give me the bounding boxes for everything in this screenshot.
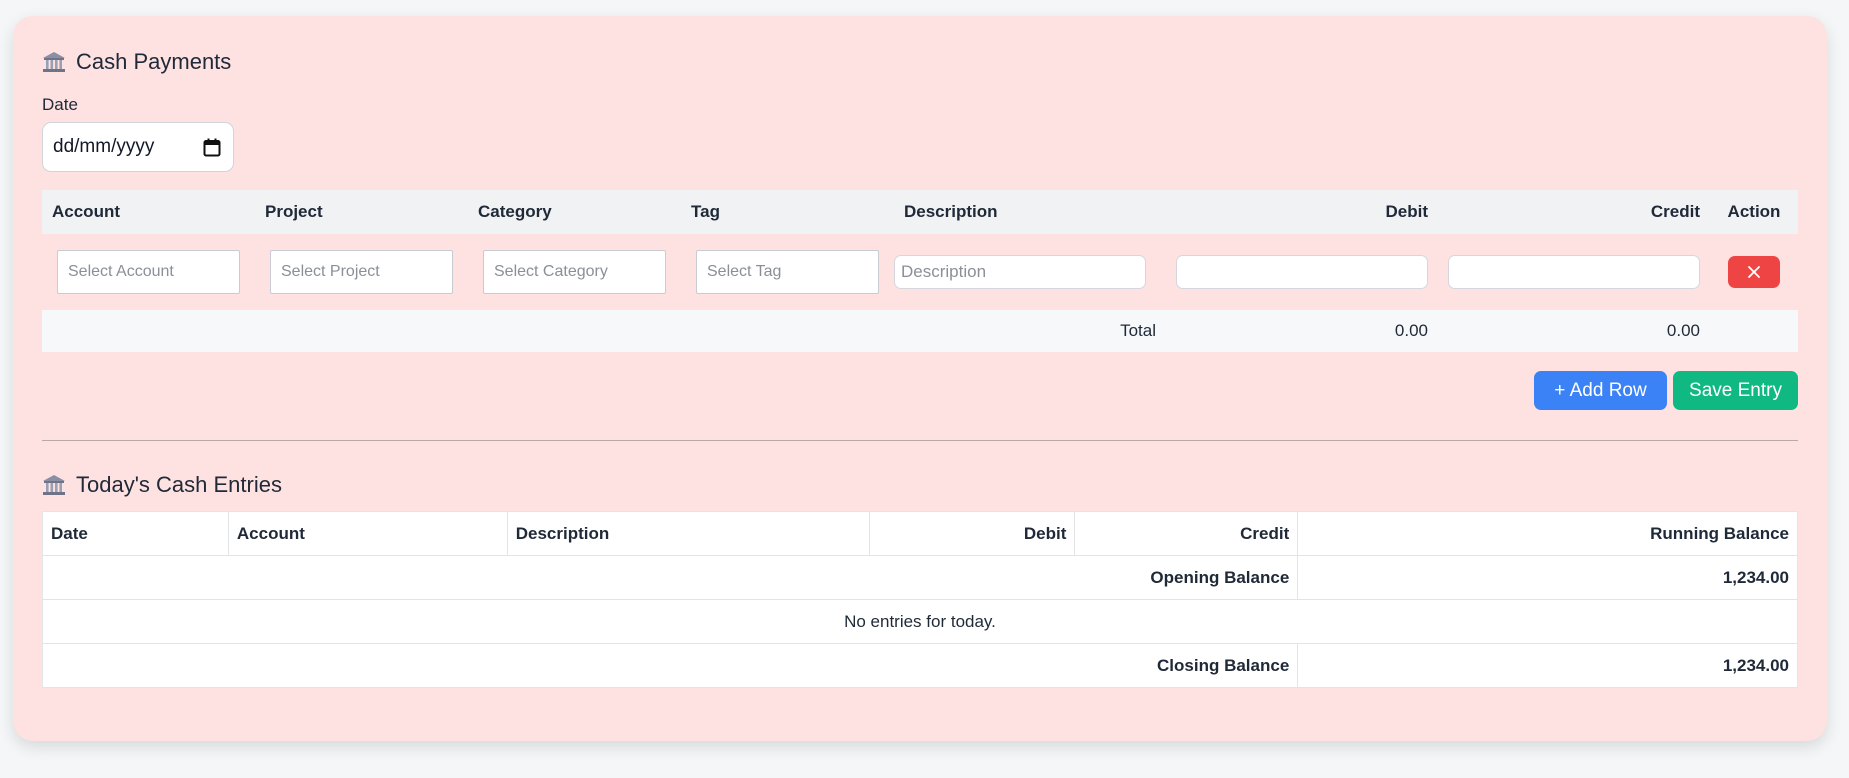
ledger-col-account: Account — [227, 511, 508, 556]
closing-balance-label: Closing Balance — [41, 643, 1299, 688]
cash-payments-heading: Cash Payments — [42, 46, 1798, 78]
bank-icon — [42, 473, 66, 497]
empty-state-message: No entries for today. — [42, 599, 1798, 644]
col-tag: Tag — [691, 202, 720, 221]
ledger-col-date: Date — [42, 511, 229, 556]
col-category: Category — [478, 202, 552, 221]
add-row-button[interactable]: + Add Row — [1534, 371, 1667, 410]
save-entry-button[interactable]: Save Entry — [1673, 371, 1798, 410]
entry-actions: + Add Row Save Entry — [42, 371, 1798, 410]
ledger-col-description: Description — [506, 511, 870, 556]
opening-balance-value: 1,234.00 — [1297, 555, 1798, 600]
account-select[interactable]: Select Account — [57, 250, 240, 294]
opening-balance-label: Opening Balance — [41, 555, 1299, 600]
debit-input[interactable] — [1176, 255, 1428, 289]
ledger-col-debit: Debit — [868, 511, 1076, 556]
total-debit: 0.00 — [1394, 321, 1428, 340]
ledger-col-running-balance: Running Balance — [1297, 511, 1798, 556]
date-placeholder: dd/mm/yyyy — [53, 136, 155, 157]
col-action: Action — [1727, 202, 1781, 221]
today-entries-heading: Today's Cash Entries — [42, 469, 1798, 501]
empty-state-row: No entries for today. — [42, 599, 1798, 644]
calendar-icon[interactable] — [203, 138, 221, 157]
tag-select[interactable]: Select Tag — [696, 250, 879, 294]
col-description: Description — [904, 202, 998, 221]
category-select[interactable]: Select Category — [483, 250, 666, 294]
col-project: Project — [265, 202, 323, 221]
opening-balance-row: Opening Balance 1,234.00 — [41, 555, 1798, 600]
ledger-col-credit: Credit — [1074, 511, 1299, 556]
col-account: Account — [52, 202, 120, 221]
close-icon — [1748, 266, 1760, 278]
bank-icon — [42, 50, 66, 74]
date-input[interactable]: dd/mm/yyyy — [42, 122, 234, 172]
entry-total-row: Total 0.00 0.00 — [42, 310, 1798, 352]
date-label: Date — [42, 95, 78, 114]
total-label: Total — [1120, 321, 1156, 340]
col-credit: Credit — [1650, 202, 1700, 221]
today-entries-table: Date Account Description Debit Credit Ru… — [41, 511, 1798, 688]
total-credit: 0.00 — [1666, 321, 1700, 340]
ledger-header-row: Date Account Description Debit Credit Ru… — [42, 511, 1798, 556]
cash-payments-card: Cash Payments Date dd/mm/yyyy Account Pr… — [13, 16, 1827, 741]
delete-row-button[interactable] — [1728, 256, 1780, 288]
closing-balance-row: Closing Balance 1,234.00 — [41, 643, 1798, 688]
col-debit: Debit — [1385, 202, 1429, 221]
project-select[interactable]: Select Project — [270, 250, 453, 294]
closing-balance-value: 1,234.00 — [1297, 643, 1798, 688]
page-title: Cash Payments — [76, 49, 232, 74]
credit-input[interactable] — [1448, 255, 1700, 289]
today-title: Today's Cash Entries — [76, 472, 282, 497]
payment-entry-table: Account Project Category Tag Description… — [42, 190, 1798, 352]
entry-table-header: Account Project Category Tag Description… — [42, 190, 1798, 234]
section-divider — [42, 440, 1798, 441]
description-input[interactable]: Description — [894, 255, 1146, 289]
entry-row: Select Account Select Project Select Cat… — [42, 234, 1798, 310]
